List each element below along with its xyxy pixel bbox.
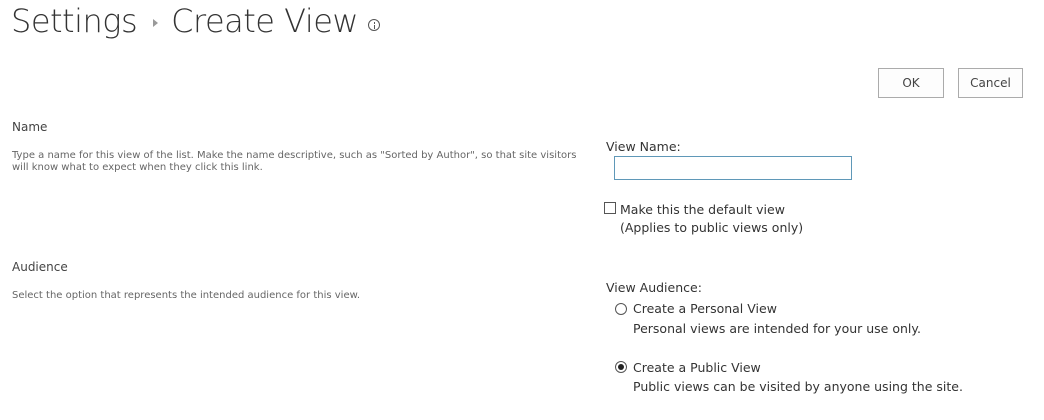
view-name-input[interactable] — [614, 156, 852, 180]
personal-view-label[interactable]: Create a Personal View — [633, 300, 777, 318]
info-icon[interactable] — [368, 19, 381, 31]
name-section-description: Type a name for this view of the list. M… — [12, 150, 577, 173]
default-view-checkbox[interactable] — [604, 202, 616, 214]
breadcrumb-settings-link[interactable]: Settings — [11, 2, 138, 40]
default-view-note: (Applies to public views only) — [620, 220, 804, 235]
public-view-label[interactable]: Create a Public View — [633, 359, 761, 377]
breadcrumb: Settings Create View — [11, 2, 381, 40]
personal-view-radio[interactable] — [615, 303, 627, 315]
name-section-title: Name — [12, 120, 48, 134]
audience-section-title: Audience — [12, 260, 68, 274]
view-name-label: View Name: — [606, 139, 681, 154]
ok-button[interactable]: OK — [878, 68, 944, 98]
audience-section-description: Select the option that represents the in… — [12, 290, 361, 301]
view-audience-label: View Audience: — [606, 280, 702, 295]
breadcrumb-separator-icon — [153, 19, 159, 27]
page-title: Create View — [171, 2, 359, 40]
cancel-button[interactable]: Cancel — [958, 68, 1023, 98]
public-view-radio[interactable] — [615, 361, 627, 373]
public-view-description: Public views can be visited by anyone us… — [633, 379, 963, 394]
default-view-label[interactable]: Make this the default view — [620, 201, 785, 219]
personal-view-description: Personal views are intended for your use… — [633, 321, 921, 336]
